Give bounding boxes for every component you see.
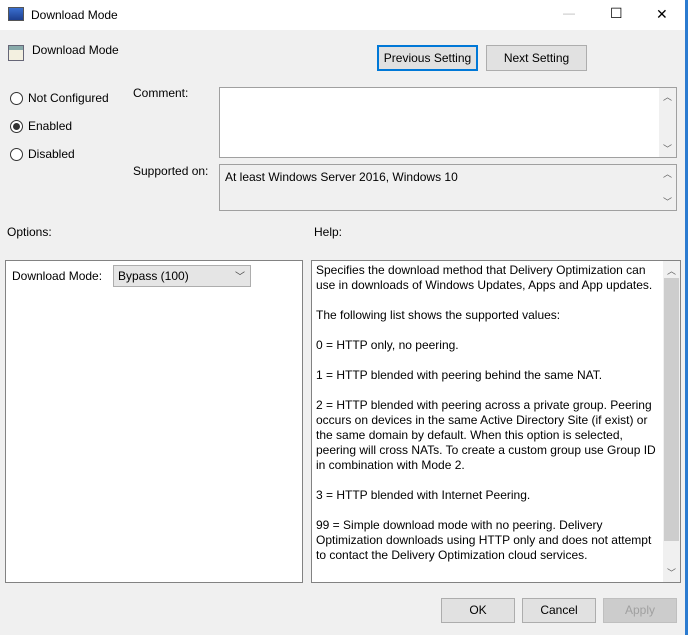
chevron-down-icon: ﹀ [235, 272, 245, 283]
supported-label: Supported on: [133, 164, 209, 178]
help-line: Optimization downloads using HTTP only a… [316, 533, 652, 547]
chevron-up-icon[interactable]: ︿ [659, 90, 676, 103]
help-line: The following list shows the supported v… [316, 308, 561, 322]
help-line: use in downloads of Windows Updates, App… [316, 278, 653, 292]
help-panel: Specifies the download method that Deliv… [311, 260, 681, 583]
setting-name: Download Mode [32, 43, 119, 57]
title-bar: Download Mode — ☐ ✕ [0, 0, 688, 30]
help-line: 0 = HTTP only, no peering. [316, 338, 459, 352]
scrollbar[interactable]: ︿ ﹀ [663, 261, 680, 582]
help-line: 2 = HTTP blended with peering across a p… [316, 398, 652, 412]
download-mode-label: Download Mode: [12, 269, 103, 283]
window-title: Download Mode [31, 8, 118, 22]
help-line [316, 503, 656, 518]
chevron-down-icon[interactable]: ﹀ [659, 195, 676, 208]
chevron-down-icon[interactable]: ﹀ [659, 142, 676, 155]
radio-not-configured[interactable]: Not Configured [10, 91, 109, 105]
help-line [316, 353, 656, 368]
comment-input[interactable]: ︿ ﹀ [219, 87, 677, 158]
radio-circle[interactable] [10, 119, 23, 133]
scrollbar[interactable]: ︿ ﹀ [659, 88, 676, 157]
help-line: occurs on devices in the same Active Dir… [316, 413, 648, 427]
ok-button[interactable]: OK [441, 598, 515, 623]
radio-label: Disabled [28, 147, 75, 161]
maximize-button[interactable]: ☐ [610, 5, 623, 22]
help-line: the same domain by default. When this op… [316, 428, 623, 442]
help-line: Specifies the download method that Deliv… [316, 263, 646, 277]
comment-label: Comment: [133, 86, 189, 100]
help-label: Help: [314, 225, 343, 239]
radio-label: Not Configured [28, 91, 109, 105]
scrollbar-thumb[interactable] [664, 278, 679, 541]
apply-button[interactable]: Apply [603, 598, 677, 623]
help-line [316, 323, 656, 338]
app-icon [8, 7, 24, 21]
chevron-up-icon[interactable]: ︿ [659, 167, 676, 180]
help-text: Specifies the download method that Deliv… [316, 263, 656, 563]
supported-value: At least Windows Server 2016, Windows 10 [225, 170, 458, 184]
chevron-down-icon[interactable]: ﹀ [663, 566, 680, 579]
help-line: 3 = HTTP blended with Internet Peering. [316, 488, 531, 502]
help-line: 1 = HTTP blended with peering behind the… [316, 368, 603, 382]
help-line [316, 293, 656, 308]
select-value: Bypass (100) [118, 269, 189, 283]
radio-enabled[interactable]: Enabled [10, 119, 72, 133]
radio-circle[interactable] [10, 147, 23, 161]
help-line [316, 473, 656, 488]
options-label: Options: [7, 225, 52, 239]
help-line: 99 = Simple download mode with no peerin… [316, 518, 603, 532]
radio-disabled[interactable]: Disabled [10, 147, 75, 161]
help-line: to contact the Delivery Optimization clo… [316, 548, 588, 562]
download-mode-select[interactable]: Bypass (100) ﹀ [113, 265, 251, 287]
radio-circle[interactable] [10, 91, 23, 105]
previous-setting-button[interactable]: Previous Setting [377, 45, 478, 71]
scrollbar[interactable]: ︿ ﹀ [659, 165, 676, 210]
options-panel: Download Mode: Bypass (100) ﹀ [5, 260, 303, 583]
help-line: peering will cross NATs. To create a cus… [316, 443, 656, 457]
next-setting-button[interactable]: Next Setting [486, 45, 587, 71]
radio-label: Enabled [28, 119, 73, 133]
supported-on-field: At least Windows Server 2016, Windows 10… [219, 164, 677, 211]
cancel-button[interactable]: Cancel [522, 598, 596, 623]
close-button[interactable]: ✕ [656, 6, 668, 23]
setting-icon [8, 45, 24, 61]
minimize-button[interactable]: — [563, 6, 575, 20]
chevron-up-icon[interactable]: ︿ [663, 264, 680, 277]
help-line [316, 383, 656, 398]
help-line: in combination with Mode 2. [316, 458, 465, 472]
